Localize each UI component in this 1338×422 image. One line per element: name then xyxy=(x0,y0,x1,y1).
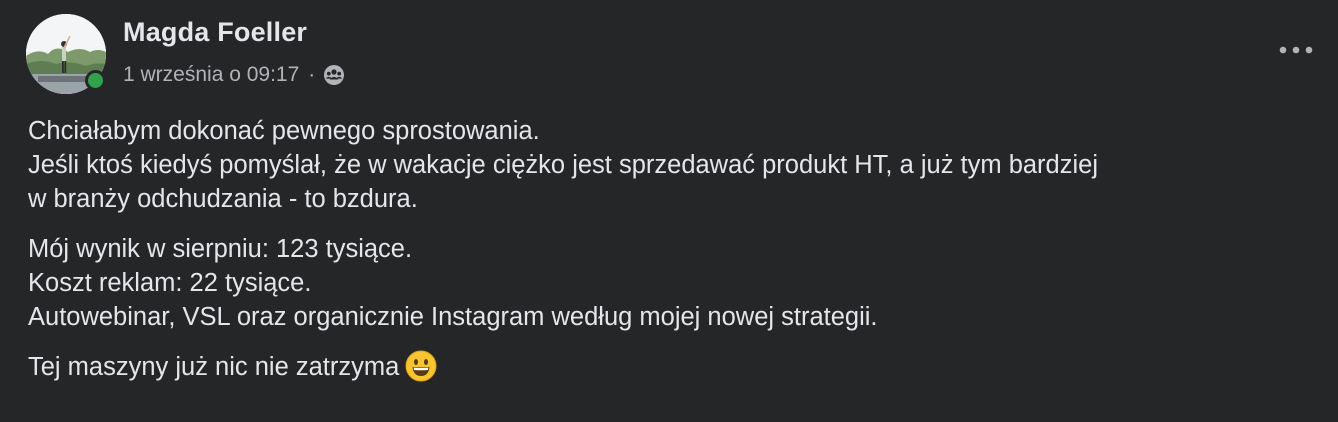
post-timestamp[interactable]: 1 września o 09:17 xyxy=(123,63,299,87)
post-text-line: w branży odchudzania - to bzdura. xyxy=(28,185,418,213)
grinning-face-emoji-icon xyxy=(405,350,437,391)
avatar-container[interactable] xyxy=(26,14,106,94)
post-paragraph: Tej maszyny już nic nie zatrzyma xyxy=(28,350,1328,391)
post-text-line: Tej maszyny już nic nie zatrzyma xyxy=(28,353,400,381)
more-horizontal-icon xyxy=(1279,46,1313,54)
online-status-indicator xyxy=(85,70,106,91)
friends-icon[interactable] xyxy=(323,64,345,86)
post-text-line: Chciałabym dokonać pewnego sprostowania. xyxy=(28,117,540,145)
post-body: Chciałabym dokonać pewnego sprostowania.… xyxy=(28,114,1328,407)
post-meta: 1 września o 09:17 · xyxy=(123,62,345,88)
post-text-line: Koszt reklam: 22 tysiące. xyxy=(28,269,312,297)
post-text-line: Mój wynik w sierpniu: 123 tysiące. xyxy=(28,235,413,263)
post-text-line: Autowebinar, VSL oraz organicznie Instag… xyxy=(28,303,878,331)
meta-separator: · xyxy=(308,63,316,86)
post-paragraph: Mój wynik w sierpniu: 123 tysiące. Koszt… xyxy=(28,232,1328,334)
post-text-line: Jeśli ktoś kiedyś pomyślał, że w wakacje… xyxy=(28,151,1098,179)
post-card: Magda Foeller 1 września o 09:17 · Chcia… xyxy=(0,0,1338,422)
post-paragraph: Chciałabym dokonać pewnego sprostowania.… xyxy=(28,114,1328,216)
post-text-line-with-emoji: Tej maszyny już nic nie zatrzyma xyxy=(28,350,1328,391)
author-name[interactable]: Magda Foeller xyxy=(123,17,307,48)
more-options-button[interactable] xyxy=(1276,36,1316,64)
